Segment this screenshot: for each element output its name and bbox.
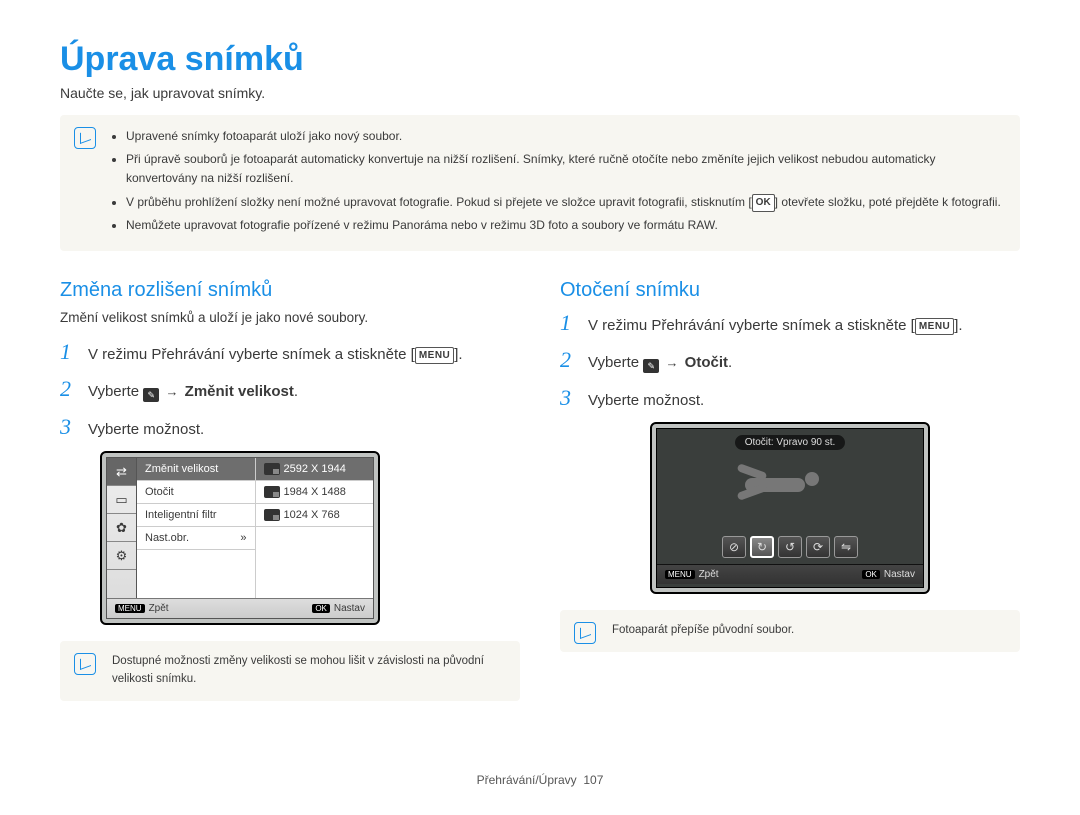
note-item: Nemůžete upravovat fotografie pořízené v… bbox=[126, 216, 1004, 235]
menu-item: Otočit bbox=[137, 481, 255, 504]
side-tab-icon: ⚙ bbox=[107, 542, 136, 570]
note-icon bbox=[74, 127, 96, 149]
step-number: 1 bbox=[60, 339, 78, 365]
rotate-caption: Otočit: Vpravo 90 st. bbox=[735, 435, 846, 450]
rotate-option-icon: ⊘ bbox=[722, 536, 746, 558]
side-tab-icon: ✿ bbox=[107, 514, 136, 542]
section-heading-resize: Změna rozlišení snímků bbox=[60, 279, 520, 302]
section-lead: Změní velikost snímků a uloží je jako no… bbox=[60, 310, 520, 325]
note-icon bbox=[574, 622, 596, 644]
note-item: Při úpravě souborů je fotoaparát automat… bbox=[126, 150, 1004, 188]
step-number: 3 bbox=[560, 385, 578, 411]
menu-button-label: MENU bbox=[115, 604, 145, 613]
step-number: 3 bbox=[60, 414, 78, 440]
step-text: Vyberte možnost. bbox=[588, 390, 1020, 413]
step-text: Vyberte → Změnit velikost. bbox=[88, 381, 520, 404]
ok-button-label: OK bbox=[862, 570, 880, 579]
size-option: 1984 X 1488 bbox=[256, 481, 374, 504]
ok-button-label: OK bbox=[312, 604, 330, 613]
step-text: Vyberte → Otočit. bbox=[588, 352, 1020, 375]
rotate-option-icon: ↻ bbox=[750, 536, 774, 558]
note-item: V průběhu prohlížení složky není možné u… bbox=[126, 193, 1004, 212]
intro-text: Naučte se, jak upravovat snímky. bbox=[60, 85, 1020, 101]
menu-button-label: MENU bbox=[665, 570, 695, 579]
rotate-option-row: ⊘ ↻ ↺ ⟳ ⇋ bbox=[722, 536, 858, 558]
top-note-box: Upravené snímky fotoaparát uloží jako no… bbox=[60, 115, 1020, 251]
menu-badge: MENU bbox=[915, 318, 954, 335]
lcd-resize-screenshot: ⇄ ▭ ✿ ⚙ Změnit velikost Otočit Inteligen… bbox=[100, 451, 380, 625]
size-icon bbox=[264, 509, 280, 521]
page-title: Úprava snímků bbox=[60, 40, 1020, 79]
rotate-option-icon: ↺ bbox=[778, 536, 802, 558]
left-column: Změna rozlišení snímků Změní velikost sn… bbox=[60, 279, 520, 701]
side-tab-swap-icon: ⇄ bbox=[107, 458, 136, 486]
step-number: 2 bbox=[60, 376, 78, 402]
note-icon bbox=[74, 653, 96, 675]
ok-badge: OK bbox=[752, 194, 775, 212]
lcd-rotate-screenshot: Otočit: Vpravo 90 st. ⊘ ↻ ↺ ⟳ ⇋ MENUZpět… bbox=[650, 422, 930, 594]
step-text: Vyberte možnost. bbox=[88, 419, 520, 442]
size-option: 1024 X 768 bbox=[256, 504, 374, 527]
menu-item: Nast.obr. » bbox=[137, 527, 255, 550]
size-option: 2592 X 1944 bbox=[256, 458, 374, 481]
step-number: 2 bbox=[560, 347, 578, 373]
rotated-figure bbox=[735, 468, 845, 518]
page-footer: Přehrávání/Úpravy 107 bbox=[0, 773, 1080, 787]
size-icon bbox=[264, 463, 280, 475]
right-column: Otočení snímku 1 V režimu Přehrávání vyb… bbox=[560, 279, 1020, 701]
note-item: Upravené snímky fotoaparát uloží jako no… bbox=[126, 127, 1004, 146]
edit-icon bbox=[143, 388, 159, 402]
section-heading-rotate: Otočení snímku bbox=[560, 279, 1020, 302]
rotate-note-box: Fotoaparát přepíše původní soubor. bbox=[560, 610, 1020, 652]
resize-note-box: Dostupné možnosti změny velikosti se moh… bbox=[60, 641, 520, 701]
menu-badge: MENU bbox=[415, 347, 454, 364]
menu-item: Inteligentní filtr bbox=[137, 504, 255, 527]
rotate-option-icon: ⇋ bbox=[834, 536, 858, 558]
step-text: V režimu Přehrávání vyberte snímek a sti… bbox=[88, 344, 520, 367]
step-number: 1 bbox=[560, 310, 578, 336]
size-icon bbox=[264, 486, 280, 498]
menu-item: Změnit velikost bbox=[137, 458, 255, 481]
side-tab-icon: ▭ bbox=[107, 486, 136, 514]
edit-icon bbox=[643, 359, 659, 373]
step-text: V režimu Přehrávání vyberte snímek a sti… bbox=[588, 315, 1020, 338]
rotate-option-icon: ⟳ bbox=[806, 536, 830, 558]
